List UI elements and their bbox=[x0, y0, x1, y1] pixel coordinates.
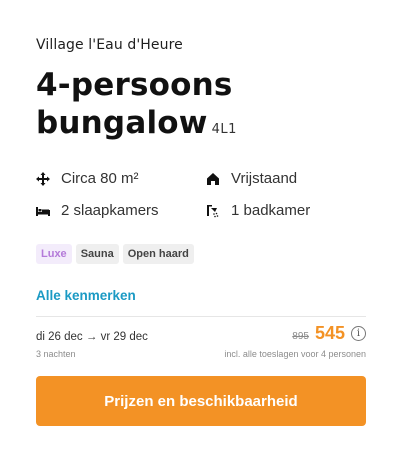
old-price: 895 bbox=[292, 331, 309, 342]
info-icon[interactable]: i bbox=[351, 326, 366, 341]
accommodation-code: 4L1 bbox=[211, 122, 237, 137]
all-features-link[interactable]: Alle kenmerken bbox=[36, 288, 136, 303]
price-block: 895 545 i bbox=[292, 323, 366, 344]
feature-label: 1 badkamer bbox=[231, 202, 311, 219]
feature-bathrooms: 1 badkamer bbox=[206, 202, 310, 219]
feature-label: 2 slaapkamers bbox=[61, 202, 159, 219]
feature-label: Vrijstaand bbox=[231, 170, 298, 187]
price-note: incl. alle toeslagen voor 4 personen bbox=[224, 349, 366, 359]
accommodation-title: 4-persoons bungalow 4L1 bbox=[36, 66, 366, 149]
divider bbox=[36, 316, 366, 317]
tag-luxe: Luxe bbox=[36, 244, 72, 264]
feature-detached: Vrijstaand bbox=[206, 170, 297, 187]
park-name: Village l'Eau d'Heure bbox=[36, 37, 183, 53]
house-icon bbox=[206, 172, 220, 186]
title-line-1: 4-persoons bbox=[36, 67, 233, 103]
feature-surface: Circa 80 m² bbox=[36, 170, 139, 187]
feature-bedrooms: 2 slaapkamers bbox=[36, 202, 159, 219]
shower-icon bbox=[206, 204, 220, 218]
accommodation-card: Village l'Eau d'Heure 4-persoons bungalo… bbox=[36, 0, 366, 462]
stay-dates: di 26 dec → vr 29 dec bbox=[36, 331, 148, 343]
prices-availability-button[interactable]: Prijzen en beschikbaarheid bbox=[36, 376, 366, 426]
bed-icon bbox=[36, 204, 50, 218]
new-price: 545 bbox=[314, 323, 345, 343]
tag-fireplace: Open haard bbox=[122, 244, 194, 264]
feature-label: Circa 80 m² bbox=[61, 170, 139, 187]
nights-count: 3 nachten bbox=[36, 349, 76, 359]
tag-list: Luxe Sauna Open haard bbox=[36, 244, 194, 264]
arrows-move-icon bbox=[36, 171, 50, 186]
title-line-2: bungalow bbox=[36, 105, 208, 141]
tag-sauna: Sauna bbox=[75, 244, 119, 264]
